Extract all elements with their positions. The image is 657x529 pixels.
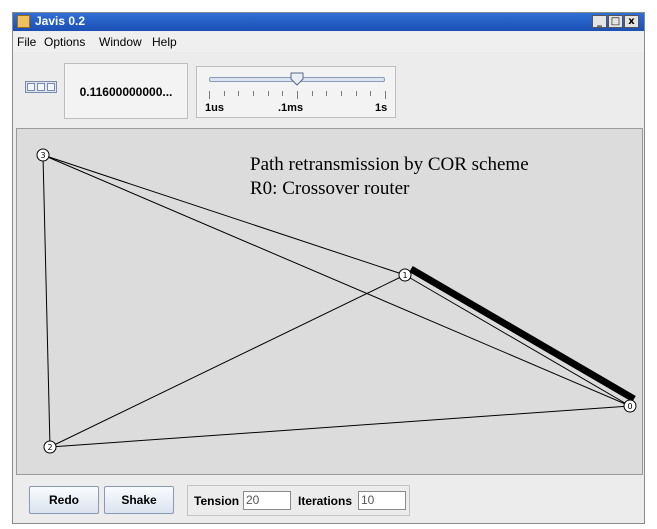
edge-3-2	[42, 154, 51, 448]
slider-tick	[267, 91, 269, 96]
node-1[interactable]: 1	[398, 268, 412, 282]
node-label: 2	[47, 443, 52, 452]
node-label: 1	[402, 271, 407, 280]
slider-tick	[311, 91, 313, 96]
iterations-label: Iterations	[298, 494, 353, 508]
node-label: 3	[40, 151, 45, 160]
java-app-icon	[17, 15, 30, 28]
layout-parameters: Tension 20 Iterations 10	[187, 485, 410, 516]
window-title: Javis 0.2	[35, 14, 86, 28]
time-scale-slider[interactable]: 1us .1ms 1s	[196, 66, 396, 118]
annotation-line-2: R0: Crossover router	[250, 178, 410, 199]
slider-tick	[253, 91, 254, 96]
menu-options[interactable]: Options	[44, 35, 85, 49]
annotation-line-1: Path retransmission by COR scheme	[250, 154, 529, 175]
slider-tick	[326, 91, 328, 96]
title-bar[interactable]: Javis 0.2 _ □ x	[13, 13, 644, 31]
menu-help[interactable]: Help	[152, 35, 177, 49]
slider-label-min: 1us	[205, 102, 224, 114]
slider-tick	[238, 91, 240, 96]
redo-button[interactable]: Redo	[29, 486, 99, 514]
slider-thumb[interactable]	[290, 72, 304, 86]
bottom-controls: Redo Shake Tension 20 Iterations 10	[13, 476, 644, 523]
close-button[interactable]: x	[624, 15, 639, 28]
application-window: Javis 0.2 _ □ x File Options Window Help…	[12, 12, 645, 524]
shake-button[interactable]: Shake	[104, 486, 174, 514]
edge-2-1	[49, 274, 406, 448]
node-0[interactable]: 0	[623, 399, 637, 413]
slider-tick	[370, 91, 372, 96]
slider-tick	[355, 91, 357, 96]
edge-2-0	[49, 405, 631, 448]
slider-label-mid: .1ms	[278, 102, 304, 114]
graph-canvas[interactable]: 0 1 2 3 Path retransmission by COR scheme R…	[16, 128, 643, 475]
node-label: 0	[627, 402, 632, 411]
tension-label: Tension	[194, 494, 240, 508]
simulation-time-display: 0.11600000000...	[64, 63, 188, 119]
menu-window[interactable]: Window	[99, 35, 142, 49]
slider-tick	[209, 91, 210, 99]
maximize-button[interactable]: □	[608, 15, 623, 28]
slider-tick	[341, 91, 342, 96]
iterations-input[interactable]: 10	[358, 491, 406, 510]
layout-toggle-button[interactable]	[25, 81, 57, 93]
menu-file[interactable]: File	[17, 35, 36, 49]
slider-tick	[297, 91, 298, 99]
node-2[interactable]: 2	[43, 440, 57, 454]
tension-input[interactable]: 20	[243, 491, 291, 510]
menu-bar: File Options Window Help	[13, 32, 644, 52]
slider-tick	[282, 91, 284, 96]
slider-label-max: 1s	[375, 102, 388, 114]
slider-tick	[223, 91, 225, 96]
toolbar: 0.11600000000... 1us .1ms 1s	[13, 53, 644, 125]
highlighted-path-edge	[409, 265, 636, 403]
edge-1-0	[404, 274, 631, 407]
slider-tick	[385, 91, 386, 99]
node-3[interactable]: 3	[36, 148, 50, 162]
minimize-button[interactable]: _	[592, 15, 607, 28]
